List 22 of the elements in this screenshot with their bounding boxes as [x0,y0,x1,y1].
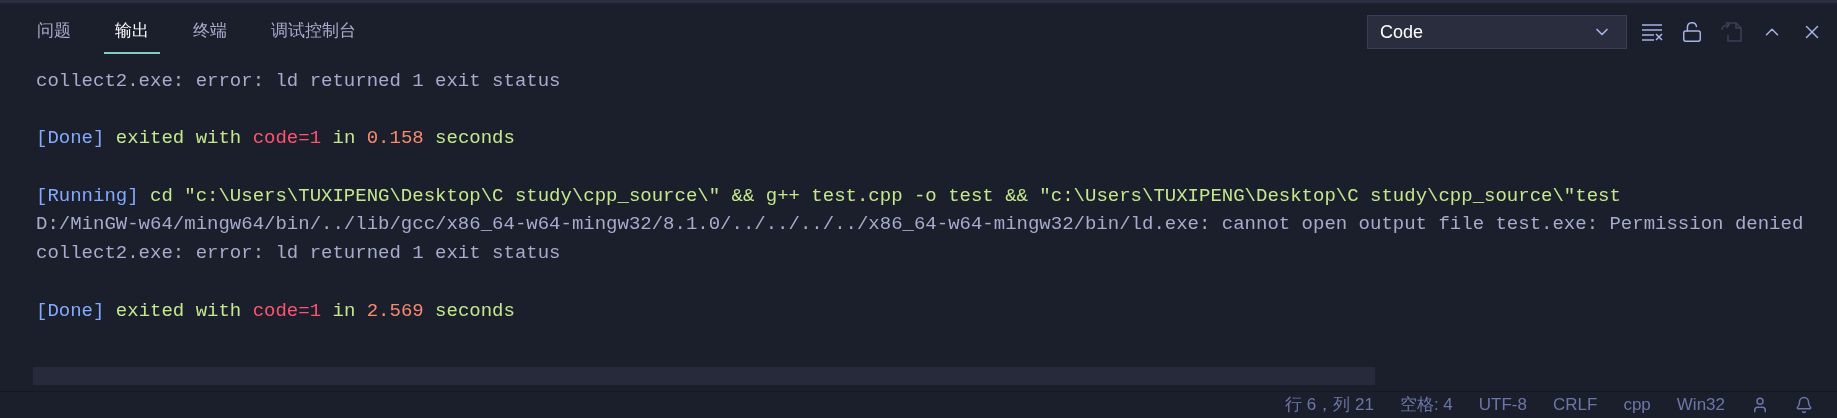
status-item[interactable]: CRLF [1553,392,1598,418]
bell-icon[interactable] [1795,396,1813,414]
panel-tab[interactable]: 终端 [182,10,238,54]
unlock-icon [1681,21,1703,43]
panel-tab[interactable]: 问题 [26,10,82,54]
output-line: [Done] exited with code=1 in 2.569 seconds [36,298,515,324]
status-item[interactable]: UTF-8 [1478,392,1527,418]
panel-tab[interactable]: 调试控制台 [260,10,367,54]
clear-output-icon [1641,22,1663,42]
output-line: collect2.exe: error: ld returned 1 exit status [36,69,561,94]
status-item[interactable]: 空格: 4 [1399,392,1453,418]
output-channel-select[interactable]: Code [1367,15,1627,49]
status-item[interactable]: 行 6，列 21 [1285,392,1374,418]
file-arrow-icon [1721,21,1743,43]
output-line: D:/MinGW-w64/mingw64/bin/../lib/gcc/x86_64-w64-mingw32/8.1.0/../../../../x86_64-w64-mingw32/bin/ld.exe: cannot open output file test.exe: Permission denied [36,212,1804,238]
panel-tab[interactable]: 输出 [104,10,160,54]
output-line: [Done] exited with code=1 in 0.158 seconds [36,126,515,152]
output-line: collect2.exe: error: ld returned 1 exit status [36,241,561,267]
status-item[interactable]: cpp [1623,392,1651,418]
status-item[interactable]: Win32 [1676,392,1725,418]
person-icon[interactable] [1751,396,1769,414]
output-line: [Running] cd "c:\Users\TUXIPENG\Desktop\C study\cpp_source\" && g++ test.cpp -o test && "c:\Users\TUXIPENG\Desktop\C study\cpp_source\"test [36,183,1621,209]
